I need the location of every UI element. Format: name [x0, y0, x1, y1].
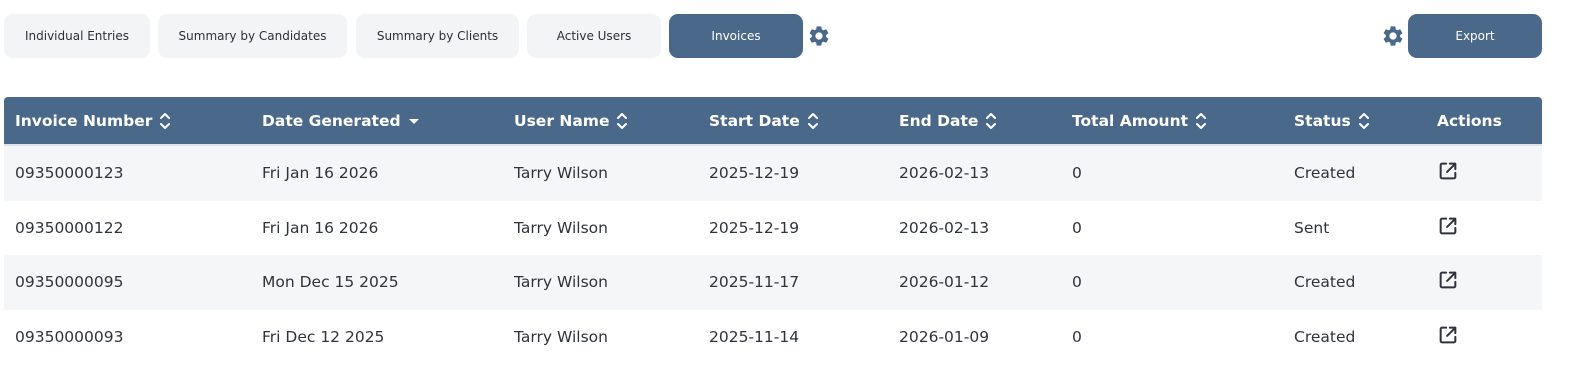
sort-desc-icon — [408, 118, 419, 124]
sort-both-icon — [986, 112, 997, 129]
table-row: 09350000123 Fri Jan 16 2026 Tarry Wilson… — [4, 146, 1542, 201]
table-header: Invoice Number Date Generated User Name … — [4, 97, 1542, 146]
cell-invoice-number: 09350000122 — [15, 218, 124, 237]
cell-start-date: 2025-11-17 — [709, 273, 800, 292]
open-external-icon[interactable] — [1437, 324, 1459, 346]
column-header-date-generated[interactable]: Date Generated — [262, 97, 420, 144]
cell-end-date: 2026-01-12 — [899, 273, 990, 292]
column-header-user-name[interactable]: User Name — [514, 97, 628, 144]
sort-both-icon — [807, 112, 818, 129]
cell-date-generated: Fri Jan 16 2026 — [262, 164, 379, 183]
column-header-end-date[interactable]: End Date — [899, 97, 997, 144]
cell-end-date: 2026-02-13 — [899, 164, 990, 183]
cell-total-amount: 0 — [1072, 327, 1082, 346]
table-row: 09350000095 Mon Dec 15 2025 Tarry Wilson… — [4, 255, 1542, 310]
table-row: 09350000122 Fri Jan 16 2026 Tarry Wilson… — [4, 200, 1542, 255]
tab-summary-by-clients[interactable]: Summary by Clients — [356, 14, 519, 58]
cell-invoice-number: 09350000093 — [15, 327, 124, 346]
cell-end-date: 2026-01-09 — [899, 327, 990, 346]
tab-invoices[interactable]: Invoices — [669, 14, 803, 58]
cell-user-name: Tarry Wilson — [514, 273, 608, 292]
cell-status: Created — [1294, 273, 1356, 292]
tab-active-users[interactable]: Active Users — [527, 14, 661, 58]
open-external-icon[interactable] — [1437, 160, 1459, 182]
gear-icon[interactable] — [1381, 24, 1405, 48]
table-body: 09350000123 Fri Jan 16 2026 Tarry Wilson… — [4, 146, 1542, 364]
cell-date-generated: Fri Jan 16 2026 — [262, 218, 379, 237]
cell-total-amount: 0 — [1072, 164, 1082, 183]
invoices-table: Invoice Number Date Generated User Name … — [4, 97, 1542, 364]
cell-invoice-number: 09350000095 — [15, 273, 124, 292]
column-header-total-amount[interactable]: Total Amount — [1072, 97, 1207, 144]
column-header-actions: Actions — [1437, 111, 1502, 130]
open-external-icon[interactable] — [1437, 215, 1459, 237]
cell-end-date: 2026-02-13 — [899, 218, 990, 237]
tab-individual-entries[interactable]: Individual Entries — [4, 14, 150, 58]
open-external-icon[interactable] — [1437, 269, 1459, 291]
cell-total-amount: 0 — [1072, 218, 1082, 237]
cell-date-generated: Mon Dec 15 2025 — [262, 273, 399, 292]
cell-total-amount: 0 — [1072, 273, 1082, 292]
column-header-invoice-number[interactable]: Invoice Number — [15, 97, 171, 144]
sort-both-icon — [1196, 112, 1207, 129]
cell-start-date: 2025-12-19 — [709, 218, 800, 237]
sort-both-icon — [617, 112, 628, 129]
cell-status: Sent — [1294, 218, 1330, 237]
cell-user-name: Tarry Wilson — [514, 327, 608, 346]
cell-user-name: Tarry Wilson — [514, 218, 608, 237]
column-header-status[interactable]: Status — [1294, 97, 1370, 144]
table-row: 09350000093 Fri Dec 12 2025 Tarry Wilson… — [4, 309, 1542, 364]
column-header-start-date[interactable]: Start Date — [709, 97, 819, 144]
cell-invoice-number: 09350000123 — [15, 164, 124, 183]
cell-user-name: Tarry Wilson — [514, 164, 608, 183]
cell-date-generated: Fri Dec 12 2025 — [262, 327, 385, 346]
export-button[interactable]: Export — [1408, 14, 1542, 58]
report-toolbar: Individual Entries Summary by Candidates… — [0, 0, 1579, 72]
cell-status: Created — [1294, 327, 1356, 346]
sort-both-icon — [160, 112, 171, 129]
cell-start-date: 2025-11-14 — [709, 327, 800, 346]
cell-status: Created — [1294, 164, 1356, 183]
gear-icon[interactable] — [807, 24, 831, 48]
sort-both-icon — [1358, 112, 1369, 129]
tab-summary-by-candidates[interactable]: Summary by Candidates — [158, 14, 347, 58]
cell-start-date: 2025-12-19 — [709, 164, 800, 183]
